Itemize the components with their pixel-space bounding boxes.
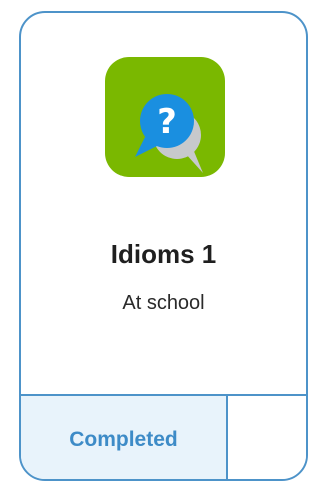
question-chat-icon: ? (135, 94, 203, 173)
lesson-subtitle: At school (122, 292, 205, 314)
lesson-icon-tile: ? (105, 57, 225, 177)
svg-text:?: ? (157, 102, 177, 142)
lesson-title: Idioms 1 (110, 239, 217, 269)
status-cell: Completed (21, 396, 228, 479)
footer-empty-cell (228, 396, 306, 479)
lesson-card[interactable]: ? Idioms 1 At school Completed (19, 11, 308, 481)
card-footer: Completed (21, 394, 306, 479)
status-completed-label: Completed (69, 427, 178, 451)
